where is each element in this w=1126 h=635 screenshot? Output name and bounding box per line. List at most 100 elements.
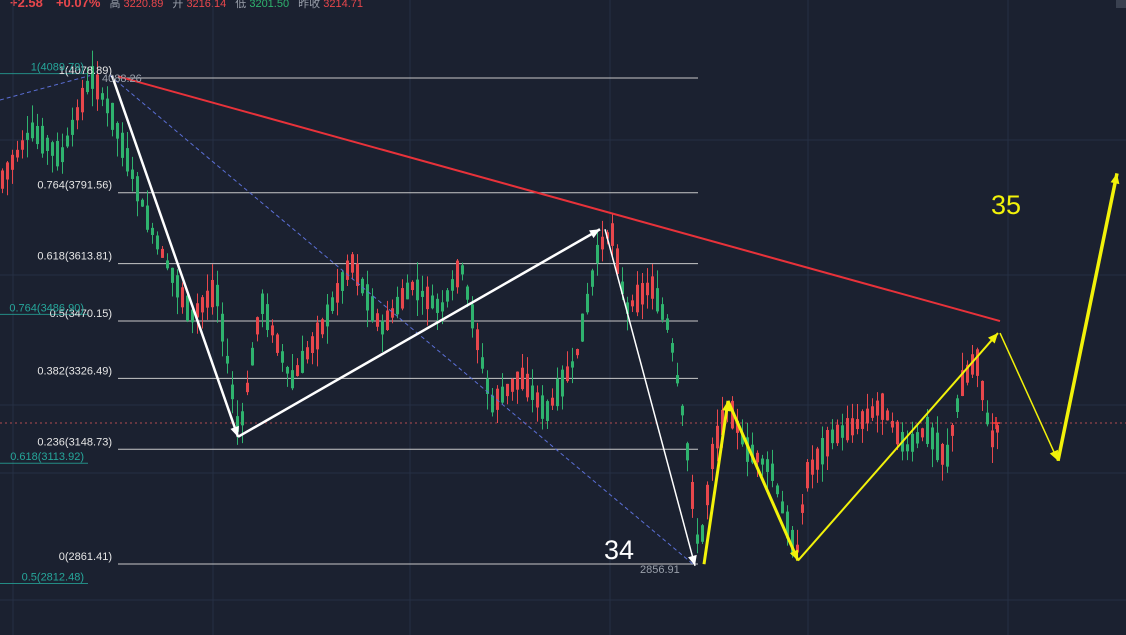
candle-body [251,347,254,366]
candle-body [76,107,79,121]
candles [1,50,1000,558]
candle-body [941,443,944,465]
candle-body [761,458,764,465]
candle-body [536,392,539,408]
candle-body [501,386,504,403]
candlestick-chart: 1(4078.89)0.764(3791.56)0.618(3613.81)0.… [0,0,1126,635]
fib-level-label: 0(2861.41) [59,551,112,563]
high-price-label: 4088.26 [102,73,142,85]
candle-body [956,398,959,412]
candle-body [66,135,69,147]
candle-body [551,397,554,406]
candle-body [416,279,419,301]
candle-body [926,416,929,444]
candle-body [821,437,824,465]
candle-body [366,284,369,311]
candle-body [841,425,844,438]
candle-body [31,122,34,139]
candle-body [991,430,994,448]
candle-body [526,373,529,398]
candle-body [136,176,139,202]
candle-body [591,270,594,287]
candle-body [111,102,114,130]
candle-body [581,313,584,342]
red-trendline [117,75,1001,323]
candle-body [596,244,599,264]
candle-body [561,369,564,397]
candle-body [16,149,19,158]
candle-body [896,421,899,445]
candle-body [116,123,119,139]
candle-body [886,410,889,421]
candle-body [186,295,189,321]
candle-body [221,313,224,342]
candle-body [241,411,244,426]
candle-body [506,383,509,397]
candle-body [601,236,604,250]
candle-body [281,351,284,363]
left-fib-label: 0.5(2812.48) [22,572,84,584]
candle-body [556,378,559,407]
candle-body [661,304,664,320]
low-price-label: 2856.91 [640,564,680,576]
candle-body [976,349,979,376]
candle-body [521,367,524,390]
candle-body [391,308,394,318]
candle-body [101,93,104,100]
candle-body [586,293,589,313]
candle-body [436,298,439,313]
candle-body [306,347,309,360]
candle-body [151,227,154,236]
candle-body [876,400,879,416]
candle-body [466,286,469,300]
wave-number-label: 34 [604,535,634,565]
candle-body [566,366,569,382]
candle-body [261,293,264,314]
candle-body [121,132,124,158]
candle-body [931,427,934,450]
candle-body [396,296,399,315]
candle-body [816,448,819,470]
candle-body [756,452,759,463]
candle-body [266,304,269,331]
candle-body [51,142,54,156]
candle-body [541,395,544,419]
candle-body [916,432,919,444]
white-wave-arrow [237,228,601,438]
white-wave-arrow [604,229,696,566]
candle-body [666,318,669,330]
candle-body [156,235,159,250]
yellow-wave-arrow [726,400,800,562]
candle-body [681,405,684,416]
candle-body [26,132,29,140]
candle-body [696,534,699,544]
candle-body [226,355,229,364]
candle-body [646,282,649,296]
candle-body [96,74,99,100]
candle-body [311,336,314,354]
candle-body [301,350,304,373]
candle-body [346,260,349,280]
candle-body [851,418,854,436]
candle-body [361,278,364,294]
candle-body [171,267,174,283]
candle-body [146,205,149,230]
candle-body [371,296,374,322]
candle-body [446,290,449,302]
candle-body [456,260,459,288]
candle-body [766,459,769,472]
candle-body [401,288,404,309]
candle-body [686,443,689,461]
candle-body [141,199,144,207]
fib-level-label: 0.236(3148.73) [37,436,112,448]
candle-body [331,297,334,312]
candle-body [856,419,859,430]
candle-body [921,428,924,438]
candle-body [411,281,414,291]
candle-body [106,98,109,114]
candle-body [471,304,474,329]
candle-body [781,501,784,514]
yellow-wave-arrow [999,332,1059,462]
candle-body [716,425,719,449]
candle-body [46,137,49,151]
